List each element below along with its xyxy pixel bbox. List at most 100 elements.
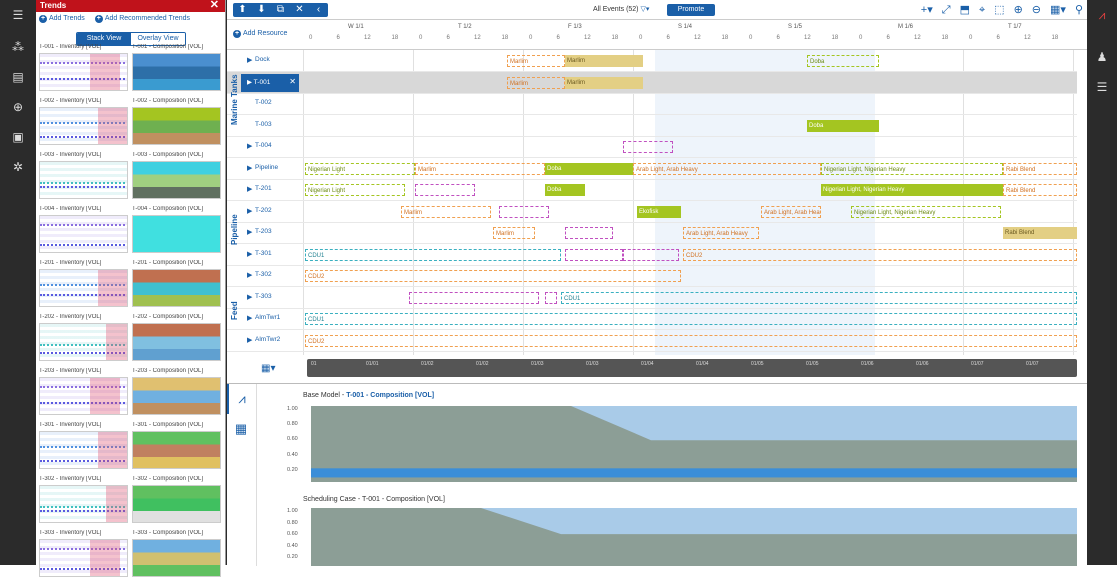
gear-icon[interactable]: ✲ [11,160,25,174]
gantt-bar[interactable] [623,141,673,153]
composition-trend[interactable]: T-003 - Composition [VOL] [132,152,221,206]
layout-icon[interactable]: ▦▾ [1050,2,1066,18]
gantt-bar[interactable]: CDU1 [561,291,1077,304]
gantt-bar[interactable]: Doba [807,55,879,67]
gantt-row-t-203[interactable]: ▶ T-203 [227,222,1077,244]
settings-target-icon[interactable]: ⊕ [11,100,25,114]
gantt-bar[interactable]: Marlim [415,162,545,175]
composition-trend[interactable]: T-004 - Composition [VOL] [132,206,221,260]
gantt-bar[interactable]: Arab Light, Arab Heavy [683,227,759,239]
promote-button[interactable]: Promote [667,4,715,16]
expand-arrow-icon[interactable]: ▶ [247,228,252,236]
expand-arrow-icon[interactable]: ▶ [247,336,252,344]
export-icon[interactable]: ⬒ [960,2,970,18]
table-tab-icon[interactable]: ▦ [227,414,255,444]
gantt-bar[interactable]: Ekofisk [637,205,681,218]
gantt-bar[interactable]: Rabi Blend [1003,162,1077,175]
expand-arrow-icon[interactable]: ▶ [247,314,252,322]
gantt-bar[interactable]: Arab Light, Arab Heavy [633,162,821,175]
expand-arrow-icon[interactable]: ▶ [247,164,252,172]
bell-icon[interactable]: ♟ [1095,50,1109,64]
gantt-bar[interactable]: Nigerian Light [305,184,405,196]
expand-arrow-icon[interactable]: ▶ [247,293,252,301]
gantt-bar[interactable]: Rabi Blend [1003,184,1077,196]
inventory-trend[interactable]: T-303 - Inventory [VOL] [39,530,128,584]
gantt-bar[interactable]: Nigerian Light, Nigerian Heavy [821,162,1003,175]
inventory-trend[interactable]: T-302 - Inventory [VOL] [39,476,128,530]
composition-trend[interactable]: T-303 - Composition [VOL] [132,530,221,584]
arrow-up-icon[interactable]: ⬆ [233,3,252,17]
expand-arrow-icon[interactable]: ▶ [247,56,252,64]
chevron-left-icon[interactable]: ‹ [309,3,328,17]
events-filter[interactable]: All Events (52) ▽▾ [593,5,649,13]
network-icon[interactable]: ⁂ [11,40,25,54]
list-icon[interactable]: ▤ [11,70,25,84]
gantt-bar[interactable]: Marlim [507,76,565,89]
menu-icon[interactable]: ☰ [1095,80,1109,94]
composition-trend[interactable]: T-302 - Composition [VOL] [132,476,221,530]
gantt-bar[interactable]: Rabi Blend [1003,227,1077,239]
add-recommended-button[interactable]: + Add Recommended Trends [94,15,190,23]
gantt-bar[interactable]: Marlim [507,55,565,67]
fit-icon[interactable]: ⌖ [979,2,985,18]
close-icon[interactable]: ✕ [210,0,219,11]
gantt-bar[interactable] [499,205,549,218]
gantt-row-t-003[interactable]: T-003 [227,115,1077,137]
gantt-bar[interactable] [409,291,539,304]
gantt-bar[interactable]: Nigerian Light, Nigerian Heavy [821,184,1003,196]
delete-icon[interactable]: ✕ [290,3,309,17]
composition-trend[interactable]: T-201 - Composition [VOL] [132,260,221,314]
scroll-track[interactable]: 01 01/01 01/02 01/02 01/03 01/03 01/04 01/04 01/… [307,359,1077,377]
inventory-trend[interactable]: T-001 - Inventory [VOL] [39,44,128,98]
gantt-bar[interactable]: Marlim [565,55,643,67]
trends-chart-icon[interactable]: ⩘ [1095,8,1109,22]
inventory-trend[interactable]: T-301 - Inventory [VOL] [39,422,128,476]
expand-arrow-icon[interactable]: ▶ [247,250,252,258]
composition-trend[interactable]: T-301 - Composition [VOL] [132,422,221,476]
composition-trend[interactable]: T-202 - Composition [VOL] [132,314,221,368]
inventory-trend[interactable]: T-201 - Inventory [VOL] [39,260,128,314]
zoom-out-icon[interactable]: ⊖ [1032,2,1041,18]
inventory-trend[interactable]: T-202 - Inventory [VOL] [39,314,128,368]
gantt-bar[interactable]: Nigerian Light [305,162,415,175]
frame-icon[interactable]: ⬚ [994,2,1004,18]
add-resource-button[interactable]: + Add Resource [233,30,287,38]
briefcase-icon[interactable]: ▣ [11,130,25,144]
search-icon[interactable]: ⚲ [1075,2,1083,18]
gantt-bar[interactable]: CDU2 [305,270,681,282]
add-trends-button[interactable]: + Add Trends [39,15,85,23]
composition-trend[interactable]: T-002 - Composition [VOL] [132,98,221,152]
inventory-trend[interactable]: T-004 - Inventory [VOL] [39,206,128,260]
gantt-bar[interactable]: CDU1 [305,248,561,261]
inventory-trend[interactable]: T-003 - Inventory [VOL] [39,152,128,206]
gantt-bar[interactable]: Marlim [493,227,535,239]
composition-trend[interactable]: T-001 - Composition [VOL] [132,44,221,98]
add-icon[interactable]: +▾ [921,2,933,18]
composition-trend[interactable]: T-203 - Composition [VOL] [132,368,221,422]
close-icon[interactable]: ✕ [289,77,296,86]
gantt-bar[interactable] [565,227,613,239]
calendar-icon[interactable]: ▦▾ [261,363,275,374]
gantt-bar[interactable]: CDU2 [305,334,1077,347]
gantt-bar[interactable]: Arab Light, Arab Heavy [761,205,821,218]
inventory-trend[interactable]: T-002 - Inventory [VOL] [39,98,128,152]
gantt-bar[interactable]: Doba [807,119,879,132]
zoom-in-icon[interactable]: ⊕ [1014,2,1023,18]
gantt-bar[interactable]: CDU1 [305,313,1077,325]
gantt-bar[interactable]: Doba [545,184,585,196]
gantt-bar[interactable]: Marlim [565,76,643,89]
gantt-row-t-001[interactable]: ▶T-001▶ T-001✕ [227,71,1077,94]
gantt-bar[interactable]: Marlim [401,205,491,218]
arrow-down-icon[interactable]: ⬇ [252,3,271,17]
copy-icon[interactable]: ⧉ [271,3,290,17]
gantt-bar[interactable] [565,248,623,261]
gantt-bar[interactable]: CDU2 [683,248,1077,261]
gantt-row-dock[interactable]: ▶ Dock [227,50,1077,72]
expand-icon[interactable]: ⤢ [942,2,951,18]
gantt-bar[interactable]: Nigerian Light, Nigerian Heavy [851,205,1001,218]
line-chart-tab-icon[interactable]: ⩘ [227,384,255,414]
expand-arrow-icon[interactable]: ▶ [247,142,252,150]
expand-arrow-icon[interactable]: ▶ [247,271,252,279]
gantt-icon[interactable]: ☰ [11,8,25,22]
gantt-bar[interactable] [415,184,475,196]
